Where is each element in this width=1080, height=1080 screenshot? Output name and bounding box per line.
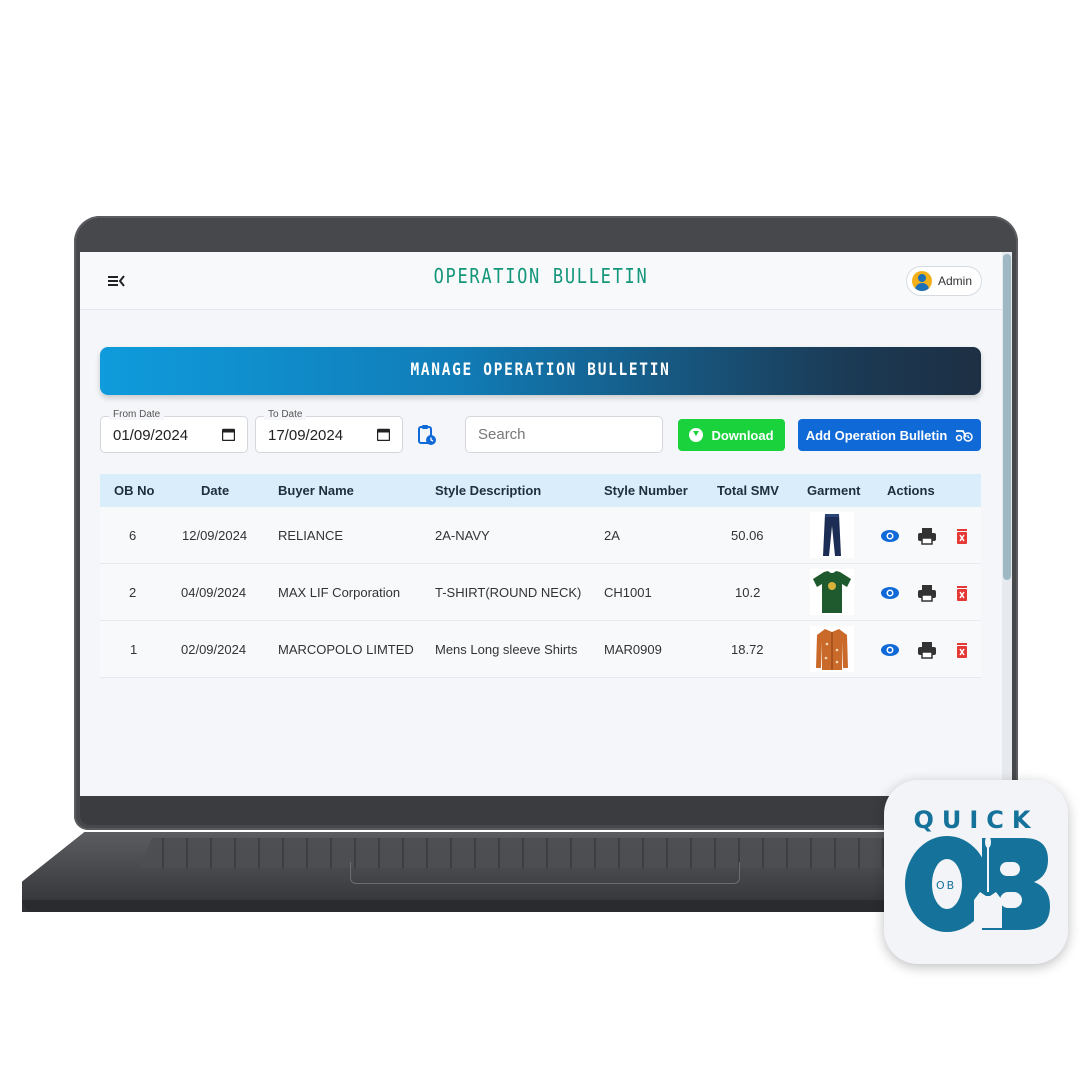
page-title: MANAGE OPERATION BULLETIN <box>410 360 671 380</box>
add-label: Add Operation Bulletin <box>805 427 948 443</box>
print-icon[interactable] <box>917 527 937 545</box>
logo-ob-text: OB <box>934 879 959 892</box>
table-header: OB No Date Buyer Name Style Description … <box>100 474 981 507</box>
col-style-desc: Style Description <box>435 483 542 498</box>
operation-bulletin-table: OB No Date Buyer Name Style Description … <box>100 474 981 678</box>
view-eye-icon[interactable] <box>880 641 900 659</box>
delete-icon[interactable] <box>952 527 972 545</box>
table-row[interactable]: 1 02/09/2024 MARCOPOLO LIMTED Mens Long … <box>100 621 981 678</box>
table-row[interactable]: 6 12/09/2024 RELIANCE 2A-NAVY 2A 50.06 <box>100 507 981 564</box>
calendar-icon[interactable] <box>377 428 390 441</box>
cell-style-number: MAR0909 <box>604 641 662 657</box>
moped-clock-icon <box>956 430 974 442</box>
user-label: Admin <box>938 274 973 288</box>
search-input[interactable] <box>465 416 663 453</box>
laptop-trackpad <box>350 862 740 884</box>
delete-icon[interactable] <box>952 584 972 602</box>
from-date-label: From Date <box>109 409 165 420</box>
from-date-value: 01/09/2024 <box>113 427 189 444</box>
cell-total-smv: 50.06 <box>731 527 764 543</box>
jeans-icon <box>810 512 854 558</box>
cell-ob-no: 6 <box>129 527 137 543</box>
avatar-icon <box>912 271 932 291</box>
col-ob-no: OB No <box>114 483 155 498</box>
cell-ob-no: 2 <box>129 584 137 600</box>
top-bar: OPERATION BULLETIN Admin <box>80 252 1002 310</box>
ob-logo-icon <box>905 836 1050 932</box>
add-operation-bulletin-button[interactable]: Add Operation Bulletin <box>798 419 981 451</box>
cell-buyer: MAX LIF Corporation <box>278 584 401 600</box>
col-total-smv: Total SMV <box>717 483 779 498</box>
delete-icon[interactable] <box>952 641 972 659</box>
shirt-icon <box>810 626 854 672</box>
page-banner: MANAGE OPERATION BULLETIN <box>100 347 981 395</box>
cell-total-smv: 18.72 <box>731 641 764 657</box>
vertical-scrollbar[interactable] <box>1002 252 1012 796</box>
calendar-icon[interactable] <box>222 428 235 441</box>
laptop-bezel-bottom <box>80 795 1002 825</box>
app-screen: OPERATION BULLETIN Admin MANAGE OPERATIO… <box>80 252 1012 796</box>
table-row[interactable]: 2 04/09/2024 MAX LIF Corporation T-SHIRT… <box>100 564 981 621</box>
col-garment: Garment <box>807 483 861 498</box>
cell-total-smv: 10.2 <box>735 584 761 600</box>
cell-style-number: 2A <box>604 527 620 543</box>
print-icon[interactable] <box>917 641 937 659</box>
cell-buyer: RELIANCE <box>278 527 344 543</box>
print-icon[interactable] <box>917 584 937 602</box>
quickob-logo-badge: QUICK OB <box>884 780 1068 964</box>
to-date-label: To Date <box>264 409 307 420</box>
cell-buyer: MARCOPOLO LIMTED <box>278 641 414 657</box>
view-eye-icon[interactable] <box>880 527 900 545</box>
view-eye-icon[interactable] <box>880 584 900 602</box>
to-date-value: 17/09/2024 <box>268 427 344 444</box>
cell-date: 12/09/2024 <box>182 527 248 543</box>
download-icon <box>689 428 704 442</box>
app-title: OPERATION BULLETIN <box>433 264 649 288</box>
cell-style-desc: Mens Long sleeve Shirts <box>435 641 578 657</box>
logo-quick-text: QUICK <box>913 806 1039 834</box>
cell-ob-no: 1 <box>130 641 138 657</box>
cell-date: 02/09/2024 <box>181 641 247 657</box>
user-menu-button[interactable]: Admin <box>906 266 982 296</box>
clipboard-clock-icon[interactable] <box>418 424 436 446</box>
cell-style-desc: T-SHIRT(ROUND NECK) <box>435 584 582 600</box>
col-actions: Actions <box>887 483 935 498</box>
to-date-field[interactable]: To Date 17/09/2024 <box>255 409 403 453</box>
cell-style-desc: 2A-NAVY <box>435 527 490 543</box>
scrollbar-thumb[interactable] <box>1003 254 1011 580</box>
col-buyer-name: Buyer Name <box>278 483 354 498</box>
cell-style-number: CH1001 <box>604 584 652 600</box>
download-label: Download <box>711 427 774 443</box>
cell-date: 04/09/2024 <box>181 584 247 600</box>
from-date-field[interactable]: From Date 01/09/2024 <box>100 409 248 453</box>
tshirt-icon <box>810 569 854 615</box>
download-button[interactable]: Download <box>678 419 785 451</box>
menu-toggle-icon[interactable] <box>106 271 126 291</box>
col-date: Date <box>201 483 230 498</box>
col-style-number: Style Number <box>604 483 688 498</box>
